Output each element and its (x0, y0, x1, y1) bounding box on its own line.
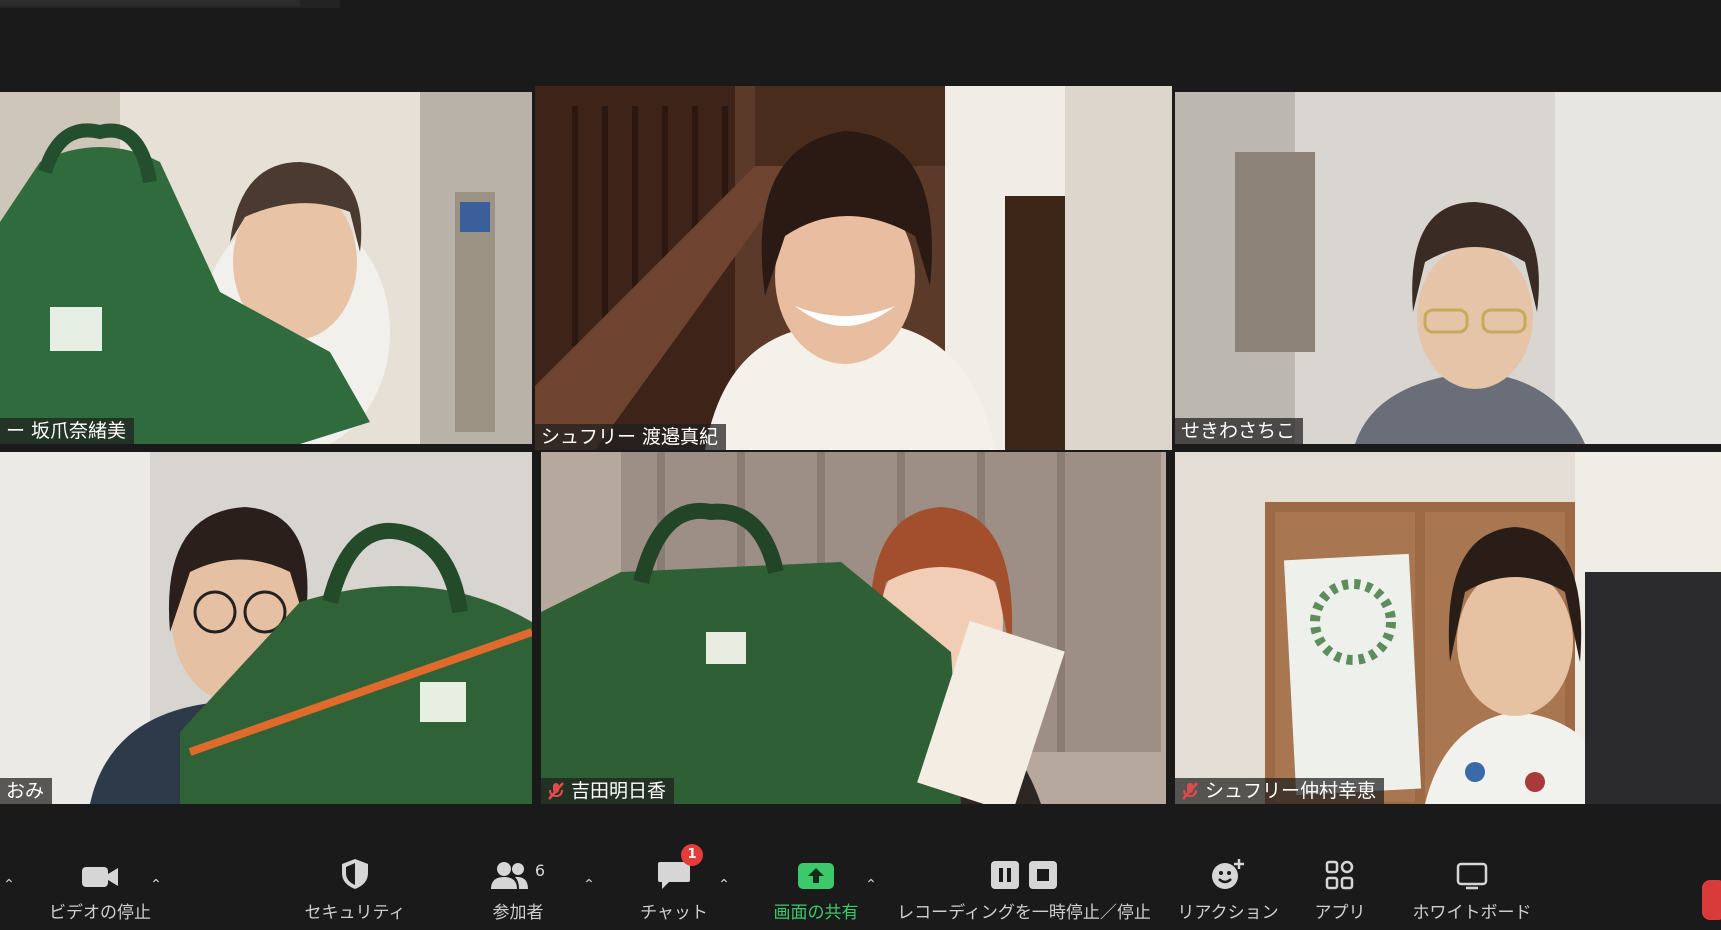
video-feed (535, 86, 1172, 450)
apps-button[interactable]: アプリ (1300, 850, 1380, 930)
video-tile-4[interactable]: おみ (0, 452, 532, 804)
shield-icon (342, 859, 368, 889)
chat-label: チャット (640, 903, 708, 923)
participant-name-tag: ー 坂爪奈緒美 (0, 418, 135, 444)
pause-recording-icon[interactable] (990, 860, 1020, 890)
chat-unread-badge: 1 (681, 844, 703, 866)
reactions-label: リアクション (1177, 903, 1279, 923)
zoom-meeting-window: ー 坂爪奈緒美 シュフリー 渡邉真紀 せきわさちこ おみ 吉田明日香 シュフリー… (0, 0, 1721, 930)
participants-options-caret[interactable]: ⌃ (582, 878, 596, 892)
stop-video-button[interactable]: ビデオの停止 (40, 850, 160, 930)
participants-count: 6 (534, 861, 546, 880)
participant-name-tag: シュフリー 渡邉真紀 (535, 424, 727, 450)
participants-label: 参加者 (492, 903, 544, 923)
video-tile-2-active-speaker[interactable]: シュフリー 渡邉真紀 (535, 86, 1172, 450)
video-feed (1175, 452, 1721, 804)
participant-name-tag: おみ (0, 778, 53, 804)
recording-controls[interactable]: レコーディングを一時停止／停止 (896, 850, 1152, 930)
participant-name-tag: せきわさちこ (1175, 418, 1304, 444)
participant-name: シュフリー 渡邉真紀 (541, 426, 719, 448)
video-tile-1[interactable]: ー 坂爪奈緒美 (0, 92, 532, 444)
video-tile-3[interactable]: せきわさちこ (1175, 92, 1721, 444)
share-screen-arrow-icon (798, 863, 834, 889)
participant-name: シュフリー仲村幸恵 (1205, 780, 1377, 802)
participant-name: せきわさちこ (1181, 420, 1296, 442)
stop-recording-icon[interactable] (1028, 860, 1058, 890)
muted-mic-icon (548, 782, 564, 800)
participants-icon (490, 862, 528, 889)
participant-name-tag: 吉田明日香 (541, 778, 675, 804)
video-camera-icon (82, 867, 118, 887)
participant-name: おみ (6, 780, 45, 802)
audio-options-caret[interactable]: ⌃ (2, 878, 16, 892)
share-screen-label: 画面の共有 (773, 903, 859, 923)
chat-button[interactable]: 1 チャット (624, 844, 724, 930)
participant-name: ー 坂爪奈緒美 (6, 420, 127, 442)
stop-video-label: ビデオの停止 (49, 903, 151, 923)
muted-mic-icon (1182, 782, 1198, 800)
participant-name: 吉田明日香 (571, 780, 667, 802)
participant-name-tag: シュフリー仲村幸恵 (1175, 778, 1385, 804)
video-feed (0, 452, 532, 804)
whiteboard-label: ホワイトボード (1412, 903, 1532, 923)
meeting-toolbar: ⌃ ビデオの停止 ⌃ セキュリティ 6 参加者 ⌃ 1 チャット ⌃ 画面の共有… (0, 844, 1721, 930)
video-feed (1175, 92, 1721, 444)
security-button[interactable]: セキュリティ (300, 850, 410, 930)
recording-label: レコーディングを一時停止／停止 (897, 903, 1151, 923)
apps-label: アプリ (1314, 903, 1366, 923)
video-tile-5[interactable]: 吉田明日香 (541, 452, 1166, 804)
share-screen-button[interactable]: 画面の共有 (756, 850, 876, 930)
share-options-caret[interactable]: ⌃ (864, 878, 878, 892)
end-meeting-button[interactable] (1702, 880, 1721, 920)
gallery-view: ー 坂爪奈緒美 シュフリー 渡邉真紀 せきわさちこ おみ 吉田明日香 シュフリー… (0, 0, 1721, 820)
reactions-button[interactable]: リアクション (1170, 850, 1286, 930)
video-feed (541, 452, 1166, 804)
chat-options-caret[interactable]: ⌃ (717, 878, 731, 892)
video-options-caret[interactable]: ⌃ (149, 878, 163, 892)
smiley-plus-icon (1212, 859, 1244, 889)
whiteboard-button[interactable]: ホワイトボード (1410, 850, 1534, 930)
apps-grid-icon (1325, 860, 1354, 890)
video-tile-6[interactable]: シュフリー仲村幸恵 (1175, 452, 1721, 804)
whiteboard-icon (1456, 862, 1488, 890)
security-label: セキュリティ (304, 903, 406, 923)
video-feed (0, 92, 532, 444)
participants-button[interactable]: 6 参加者 (468, 850, 568, 930)
